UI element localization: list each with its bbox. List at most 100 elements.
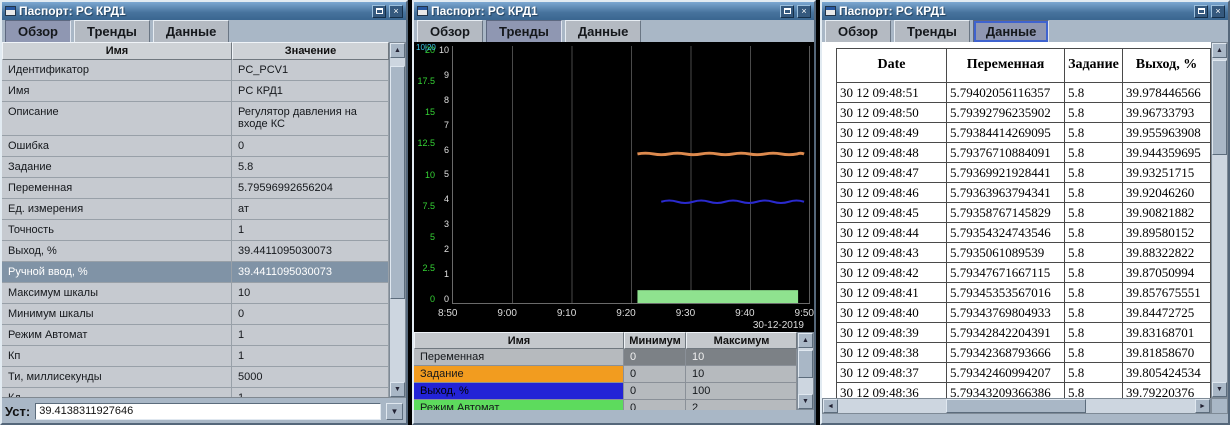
table-row[interactable]: 30 12 09:48:39 5.79342842204391 5.8 39.8… [837, 323, 1211, 343]
titlebar[interactable]: Паспорт: PC КРД1 × [414, 2, 814, 20]
scrollbar-track[interactable] [838, 399, 1195, 413]
table-row[interactable]: 30 12 09:48:40 5.79343769804933 5.8 39.8… [837, 303, 1211, 323]
vertical-scrollbar[interactable]: ▲ ▼ [389, 42, 406, 398]
table-row[interactable]: 30 12 09:48:44 5.79354324743546 5.8 39.8… [837, 223, 1211, 243]
table-row[interactable]: 30 12 09:48:49 5.79384414269095 5.8 39.9… [837, 123, 1211, 143]
scroll-right-button[interactable]: ► [1195, 399, 1210, 413]
table-row[interactable]: 30 12 09:48:43 5.7935061089539 5.8 39.88… [837, 243, 1211, 263]
restore-icon [784, 8, 791, 14]
legend-series-name: Выход, % [414, 383, 624, 400]
table-row[interactable]: 30 12 09:48:41 5.79345353567016 5.8 39.8… [837, 283, 1211, 303]
scrollbar-thumb[interactable] [798, 350, 813, 378]
window-passport-overview: Паспорт: PC КРД1 × Обзор Тренды Данные И… [0, 0, 408, 425]
legend-row[interactable]: Режим Автомат 0 2 [414, 400, 797, 410]
table-row[interactable]: 30 12 09:48:46 5.79363963794341 5.8 39.9… [837, 183, 1211, 203]
scroll-down-button[interactable]: ▼ [390, 382, 405, 397]
table-row[interactable]: Идентификатор PC_PCV1 [2, 60, 389, 81]
legend-header-min[interactable]: Минимум [624, 332, 686, 349]
table-row[interactable]: 30 12 09:48:47 5.79369921928441 5.8 39.9… [837, 163, 1211, 183]
legend-vertical-scrollbar[interactable]: ▲ ▼ [797, 332, 814, 410]
scroll-up-button[interactable]: ▲ [390, 43, 405, 58]
vertical-scrollbar[interactable]: ▲ ▼ [1211, 42, 1228, 398]
table-row[interactable]: Ручной ввод, % 39.4411095030073 [2, 262, 389, 283]
tab-data[interactable]: Данные [153, 20, 230, 43]
restore-button[interactable] [1194, 5, 1208, 18]
tab-overview[interactable]: Обзор [417, 20, 483, 43]
titlebar[interactable]: Паспорт: PC КРД1 × [822, 2, 1228, 20]
legend-row[interactable]: Выход, % 0 100 [414, 383, 797, 400]
cell-output: 39.87050994 [1123, 263, 1211, 283]
cell-setpoint: 5.8 [1065, 363, 1123, 383]
table-row[interactable]: Выход, % 39.4411095030073 [2, 241, 389, 262]
tab-overview[interactable]: Обзор [825, 20, 891, 43]
scrollbar-track[interactable] [798, 348, 813, 394]
table-row[interactable]: 30 12 09:48:51 5.79402056116357 5.8 39.9… [837, 83, 1211, 103]
table-row[interactable]: 30 12 09:48:48 5.79376710884091 5.8 39.9… [837, 143, 1211, 163]
table-row[interactable]: 30 12 09:48:36 5.79343209366386 5.8 39.7… [837, 383, 1211, 398]
scrollbar-thumb[interactable] [1212, 60, 1227, 155]
table-row[interactable]: Описание Регулятор давления на входе КС [2, 102, 389, 136]
y-axis-outer-scale: 2017.51512.5107.552.50 [417, 46, 437, 304]
cell-setpoint: 5.8 [1065, 343, 1123, 363]
scroll-down-button[interactable]: ▼ [1212, 382, 1227, 397]
scroll-down-button[interactable]: ▼ [798, 394, 813, 409]
tab-data[interactable]: Данные [973, 20, 1050, 43]
table-row[interactable]: Кд 1 [2, 388, 389, 398]
tab-overview[interactable]: Обзор [5, 20, 71, 43]
y-tick-label: 15 [417, 108, 435, 117]
scrollbar-track[interactable] [390, 58, 405, 382]
tab-trends[interactable]: Тренды [74, 20, 150, 43]
column-header-output[interactable]: Выход, % [1123, 49, 1211, 83]
legend-header-name[interactable]: Имя [414, 332, 624, 349]
tab-trends[interactable]: Тренды [486, 20, 562, 43]
table-row[interactable]: Переменная 5.79596992656204 [2, 178, 389, 199]
table-row[interactable]: 30 12 09:48:37 5.79342460994207 5.8 39.8… [837, 363, 1211, 383]
param-name: Кд [2, 388, 232, 398]
table-row[interactable]: Ошибка 0 [2, 136, 389, 157]
table-row[interactable]: Режим Автомат 1 [2, 325, 389, 346]
column-header-value[interactable]: Значение [232, 42, 389, 60]
column-header-date[interactable]: Date [837, 49, 947, 83]
table-row[interactable]: Ед. измерения ат [2, 199, 389, 220]
table-row[interactable]: 30 12 09:48:42 5.79347671667115 5.8 39.8… [837, 263, 1211, 283]
column-header-setpoint[interactable]: Задание [1065, 49, 1123, 83]
legend-row[interactable]: Задание 0 10 [414, 366, 797, 383]
close-button[interactable]: × [389, 5, 403, 18]
scroll-left-button[interactable]: ◄ [823, 399, 838, 413]
scrollbar-thumb[interactable] [946, 399, 1086, 413]
scrollbar-thumb[interactable] [390, 66, 405, 299]
column-header-name[interactable]: Имя [2, 42, 232, 60]
close-button[interactable]: × [797, 5, 811, 18]
legend-series-max: 10 [686, 349, 797, 366]
plot-area[interactable] [452, 46, 810, 304]
setpoint-input[interactable] [35, 403, 381, 420]
table-row[interactable]: Имя PC КРД1 [2, 81, 389, 102]
table-row[interactable]: Минимум шкалы 0 [2, 304, 389, 325]
table-row[interactable]: Задание 5.8 [2, 157, 389, 178]
tab-trends[interactable]: Тренды [894, 20, 970, 43]
table-row[interactable]: Кп 1 [2, 346, 389, 367]
table-row[interactable]: 30 12 09:48:45 5.79358767145829 5.8 39.9… [837, 203, 1211, 223]
tab-data[interactable]: Данные [565, 20, 642, 43]
table-row[interactable]: 30 12 09:48:38 5.79342368793666 5.8 39.8… [837, 343, 1211, 363]
legend-header-max[interactable]: Максимум [686, 332, 797, 349]
close-button[interactable]: × [1211, 5, 1225, 18]
column-header-variable[interactable]: Переменная [947, 49, 1065, 83]
cell-date: 30 12 09:48:41 [837, 283, 947, 303]
cell-variable: 5.79358767145829 [947, 203, 1065, 223]
table-row[interactable]: 30 12 09:48:50 5.79392796235902 5.8 39.9… [837, 103, 1211, 123]
legend-row[interactable]: Переменная 0 10 [414, 349, 797, 366]
table-row[interactable]: Ти, миллисекунды 5000 [2, 367, 389, 388]
horizontal-scrollbar[interactable]: ◄ ► [822, 398, 1211, 414]
scroll-up-button[interactable]: ▲ [798, 333, 813, 348]
param-value: PC_PCV1 [232, 60, 389, 81]
cell-output: 39.83168701 [1123, 323, 1211, 343]
titlebar[interactable]: Паспорт: PC КРД1 × [2, 2, 406, 20]
table-row[interactable]: Максимум шкалы 10 [2, 283, 389, 304]
scrollbar-track[interactable] [1212, 58, 1227, 382]
restore-button[interactable] [372, 5, 386, 18]
table-row[interactable]: Точность 1 [2, 220, 389, 241]
restore-button[interactable] [780, 5, 794, 18]
scroll-up-button[interactable]: ▲ [1212, 43, 1227, 58]
setpoint-dropdown-button[interactable]: ▼ [386, 403, 403, 420]
